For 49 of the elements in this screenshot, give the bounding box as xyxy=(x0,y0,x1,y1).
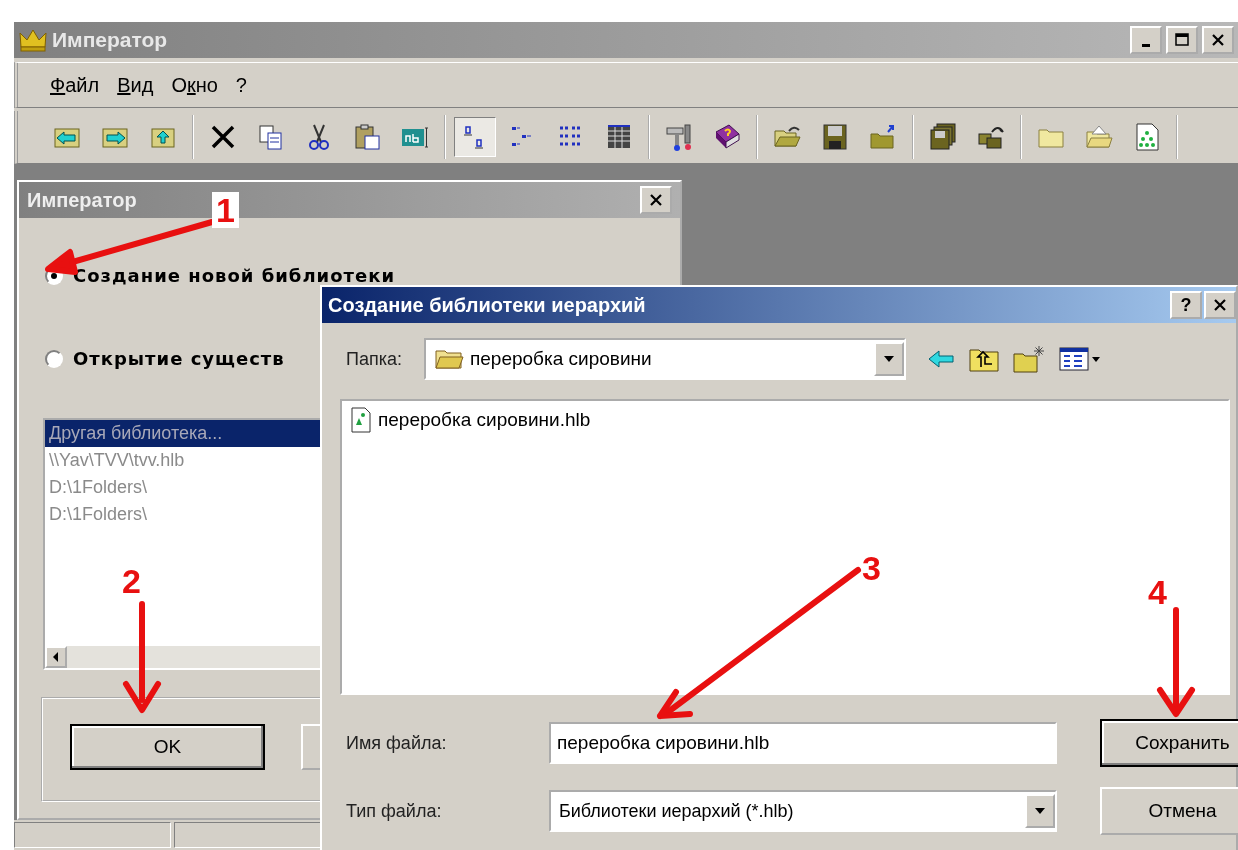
menu-item[interactable]: ? xyxy=(233,73,249,97)
floppy-stack-icon xyxy=(928,122,958,152)
file-name-field[interactable]: переробка сировини.hlb xyxy=(549,722,1057,764)
folder-icon xyxy=(434,347,464,371)
step-number: 3 xyxy=(862,550,881,586)
menu-item[interactable]: Вид xyxy=(115,73,156,97)
file-type-label: Тип файла: xyxy=(346,800,443,822)
close-icon xyxy=(1210,32,1226,48)
step-number: 2 xyxy=(122,563,141,599)
paste-icon xyxy=(352,122,382,152)
dropdown-button[interactable] xyxy=(1025,794,1055,828)
close-button[interactable] xyxy=(1204,291,1236,319)
help-button[interactable]: ? xyxy=(1170,291,1202,319)
close-icon xyxy=(648,192,664,208)
toolbar-button[interactable] xyxy=(454,117,496,157)
close-button[interactable] xyxy=(640,186,672,214)
left-arrow-icon xyxy=(52,652,60,662)
close-button[interactable] xyxy=(1202,26,1234,54)
menu-item[interactable]: Окно xyxy=(169,73,220,97)
window-title: Император xyxy=(52,28,169,52)
file-type-dropdown[interactable]: Библиотеки иерархий (*.hlb) xyxy=(549,790,1057,832)
dialog-title: Создание библиотеки иерархий xyxy=(328,293,647,317)
scroll-left-button[interactable] xyxy=(45,646,67,668)
radio-option[interactable]: Открытие существ xyxy=(45,349,285,369)
view-menu-button[interactable] xyxy=(1058,345,1102,373)
menu-item[interactable]: Файл xyxy=(48,73,102,97)
dropdown-arrow-icon xyxy=(1035,808,1045,814)
step-number: 4 xyxy=(1148,574,1167,610)
save-button[interactable]: Сохранить xyxy=(1100,719,1238,767)
back-button[interactable] xyxy=(926,347,956,371)
file-icon xyxy=(350,407,372,433)
minimize-icon xyxy=(1142,43,1150,47)
crown-icon xyxy=(18,27,48,53)
step-number: 1 xyxy=(212,192,239,228)
cancel-button[interactable]: Отмена xyxy=(1100,787,1238,835)
folder-label: Папка: xyxy=(346,348,402,370)
close-icon xyxy=(1212,297,1228,313)
file-name-label: Имя файла: xyxy=(346,732,448,754)
minimize-button[interactable] xyxy=(1130,26,1162,54)
maximize-button[interactable] xyxy=(1166,26,1198,54)
dialog-title: Император xyxy=(27,188,137,212)
ok-button[interactable]: OK xyxy=(70,724,265,770)
maximize-icon xyxy=(1174,32,1190,48)
hammer-icon xyxy=(664,122,694,152)
dropdown-arrow-icon xyxy=(884,356,894,362)
radio-button[interactable] xyxy=(45,350,63,368)
dropdown-button[interactable] xyxy=(874,342,904,376)
folder-name: переробка сировини xyxy=(470,348,652,370)
folder-dropdown[interactable]: переробка сировини xyxy=(424,338,906,380)
